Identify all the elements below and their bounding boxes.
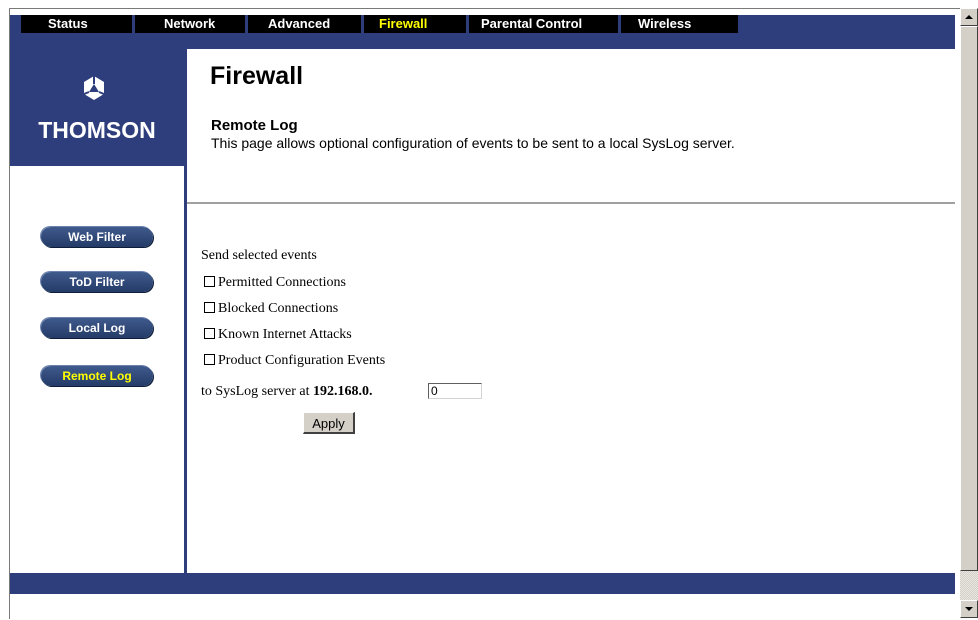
nav-advanced[interactable]: Advanced <box>268 15 330 33</box>
ip-last-octet-input[interactable] <box>428 383 482 399</box>
nav-wireless[interactable]: Wireless <box>638 15 691 33</box>
nav-separator <box>361 15 364 33</box>
known-attacks-checkbox[interactable] <box>204 328 215 339</box>
sidebar-item-web-filter[interactable]: Web Filter <box>41 227 153 247</box>
permitted-connections-label: Permitted Connections <box>218 275 346 290</box>
sidebar-item-local-log[interactable]: Local Log <box>41 318 153 338</box>
nav-status[interactable]: Status <box>48 15 88 33</box>
content-divider <box>187 202 955 204</box>
nav-separator <box>618 15 621 33</box>
sidebar-divider <box>184 49 187 594</box>
syslog-prefix-label: to SysLog server at <box>201 384 310 399</box>
config-events-checkbox[interactable] <box>204 354 215 365</box>
scroll-thumb[interactable] <box>960 26 978 571</box>
blocked-connections-label: Blocked Connections <box>218 301 339 316</box>
ip-prefix-label: 192.168.0. <box>312 384 373 399</box>
blocked-connections-checkbox[interactable] <box>204 302 215 313</box>
known-attacks-label: Known Internet Attacks <box>218 327 352 342</box>
event-row-attacks: Known Internet Attacks <box>201 327 352 343</box>
vertical-scrollbar[interactable] <box>960 8 978 618</box>
nav-strip: Status Network Advanced Firewall Parenta… <box>21 15 738 33</box>
scroll-down-button[interactable] <box>960 600 978 618</box>
page-title: Firewall <box>210 62 304 90</box>
sidebar-item-remote-log[interactable]: Remote Log <box>41 366 153 386</box>
nav-separator <box>132 15 135 33</box>
top-navigation-bar: Status Network Advanced Firewall Parenta… <box>10 15 955 49</box>
thomson-logo-icon <box>83 76 105 100</box>
nav-network[interactable]: Network <box>164 15 215 33</box>
event-row-blocked: Blocked Connections <box>201 301 338 317</box>
event-row-config: Product Configuration Events <box>201 353 385 369</box>
config-events-label: Product Configuration Events <box>218 353 386 368</box>
event-row-permitted: Permitted Connections <box>201 275 346 291</box>
scroll-up-button[interactable] <box>960 8 978 26</box>
arrow-up-icon <box>965 15 973 19</box>
section-title: Remote Log <box>211 117 298 134</box>
nav-separator <box>245 15 248 33</box>
brand-name: THOMSON <box>38 117 156 143</box>
nav-firewall[interactable]: Firewall <box>379 15 427 33</box>
section-description: This page allows optional configuration … <box>211 135 735 151</box>
nav-parental-control[interactable]: Parental Control <box>481 15 582 33</box>
permitted-connections-checkbox[interactable] <box>204 276 215 287</box>
sidebar-item-tod-filter[interactable]: ToD Filter <box>41 272 153 292</box>
brand-logo-panel: THOMSON <box>10 49 184 166</box>
syslog-server-row: to SysLog server at 192.168.0. <box>201 383 501 402</box>
events-intro-label: Send selected events <box>201 248 317 263</box>
footer-bar <box>10 573 955 594</box>
arrow-down-icon <box>965 607 973 611</box>
apply-button[interactable]: Apply <box>303 412 355 434</box>
nav-separator <box>466 15 469 33</box>
